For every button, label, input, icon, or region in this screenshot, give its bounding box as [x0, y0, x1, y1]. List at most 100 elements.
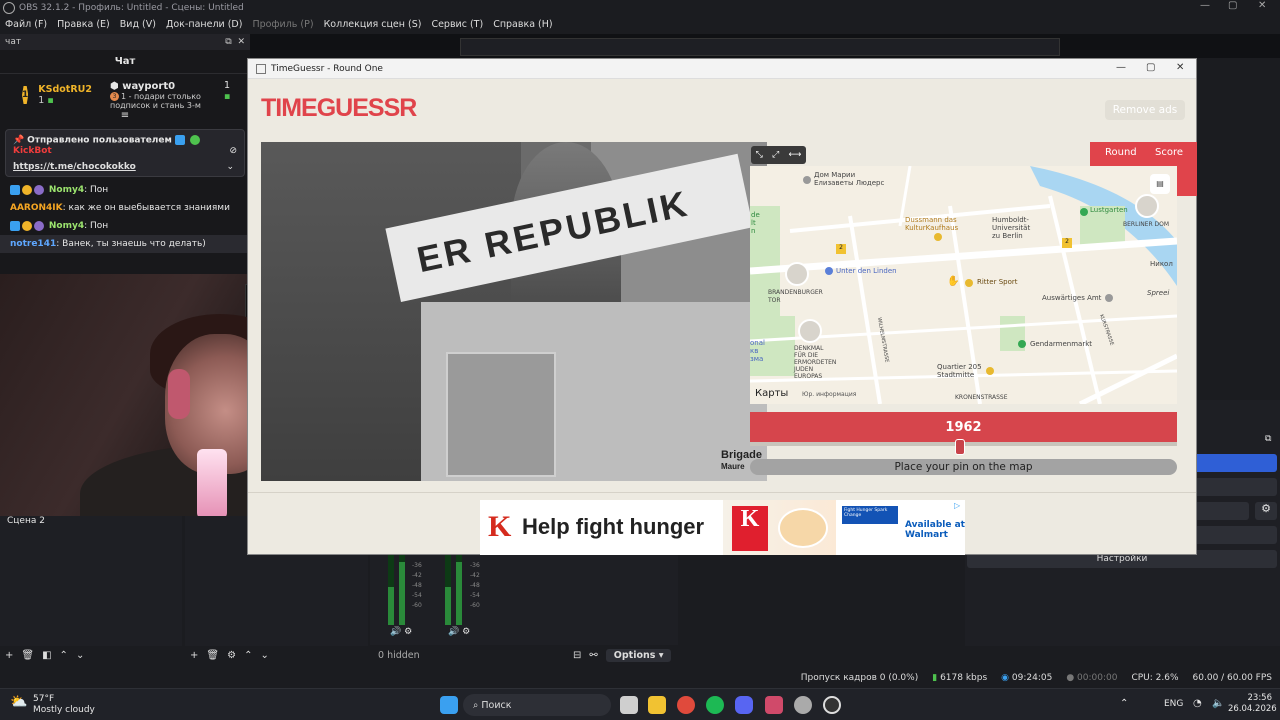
spotify-icon[interactable]: [706, 696, 724, 714]
menu-view[interactable]: Вид (V): [120, 19, 156, 30]
trash-icon[interactable]: 🗑: [206, 650, 219, 661]
close-icon[interactable]: ✕: [1176, 62, 1184, 73]
avatar: [34, 184, 44, 195]
chat-username[interactable]: Nomy4: [49, 221, 84, 231]
tg-window-title: TimeGuessr - Round One: [271, 63, 383, 74]
weather-icon[interactable]: ⛅: [10, 694, 27, 710]
chat-username[interactable]: AARON4IK: [10, 203, 63, 213]
ad-banner[interactable]: K Help fight hunger K Fight Hunger Spark…: [480, 500, 965, 555]
record-icon: ●: [1066, 673, 1075, 683]
volume-icon[interactable]: 🔊 ⚙: [390, 627, 412, 637]
chevron-down-icon[interactable]: ⌄: [76, 650, 84, 661]
tray-chevron-icon[interactable]: ⌃: [1120, 698, 1128, 709]
maximize-icon[interactable]: ▢: [1146, 62, 1155, 73]
expand-map-icon[interactable]: ⤡: [756, 150, 763, 160]
stream-time: 09:24:05: [1011, 673, 1053, 683]
scenes-toolbar: + 🗑 ◧ ⌃ ⌄: [5, 646, 84, 664]
layout-icon[interactable]: ⊟: [573, 650, 581, 661]
tg-titlebar: TimeGuessr - Round One — ▢ ✕: [248, 59, 1196, 79]
menu-docks[interactable]: Док-панели (D): [166, 19, 242, 30]
menu-help[interactable]: Справка (H): [493, 19, 552, 30]
menu-profile[interactable]: Профиль (P): [252, 19, 313, 30]
chat-username[interactable]: notre141: [10, 239, 56, 249]
meter-tick: -54: [470, 592, 480, 599]
menu-edit[interactable]: Правка (E): [57, 19, 110, 30]
filter-icon[interactable]: ◧: [42, 650, 51, 661]
place-pin-button[interactable]: Place your pin on the map: [750, 459, 1177, 475]
map-label: Humboldt- Universität zu Berlin: [992, 216, 1031, 240]
app-icon[interactable]: [794, 696, 812, 714]
gift-icon: ▪: [223, 91, 231, 102]
pinned-message: 📌 Отправлено пользователем KickBot ⊘ htt…: [5, 129, 245, 177]
menu-file[interactable]: Файл (F): [5, 19, 47, 30]
menu-tools[interactable]: Сервис (T): [431, 19, 483, 30]
poi-marker: [1018, 340, 1026, 348]
discord-icon[interactable]: [735, 696, 753, 714]
timeguessr-logo[interactable]: TIMEGUESSR: [261, 88, 417, 128]
dock-close-icon[interactable]: ✕: [237, 37, 245, 47]
map-layers-icon[interactable]: ▤: [1150, 174, 1170, 194]
chat-dock-label: чат: [5, 37, 22, 47]
chevron-down-icon[interactable]: ⌄: [226, 162, 234, 172]
gear-icon[interactable]: ⚙: [1255, 502, 1277, 520]
map-label: Дом Марии Елизаветы Людерс: [814, 171, 885, 187]
adchoices-icon[interactable]: ▷: [954, 501, 960, 510]
link-icon[interactable]: ⚯: [589, 650, 597, 661]
legal-link[interactable]: Юр. информация: [802, 391, 856, 399]
browser-icon[interactable]: [765, 696, 783, 714]
volume-icon[interactable]: 🔊 ⚙: [448, 627, 470, 637]
road: [750, 237, 1177, 275]
task-view-icon[interactable]: [620, 696, 638, 714]
remove-ads-button[interactable]: Remove ads: [1105, 100, 1185, 120]
sub-icon: [10, 220, 20, 231]
landmark-thumb: [1135, 194, 1159, 218]
close-icon[interactable]: ✕: [1258, 0, 1266, 11]
scene-item[interactable]: Сцена 2: [7, 516, 175, 526]
add-icon[interactable]: +: [190, 650, 198, 661]
chat-username[interactable]: Nomy4: [49, 185, 84, 195]
clock-time: 23:56: [1247, 693, 1273, 703]
file-explorer-icon[interactable]: [648, 696, 666, 714]
ad-cta[interactable]: Available at Walmart: [905, 520, 965, 540]
maximize-icon[interactable]: ▢: [1228, 0, 1237, 11]
obs-icon[interactable]: [823, 696, 841, 714]
sub-icon: [10, 184, 20, 195]
volume-icon[interactable]: 🔈: [1212, 698, 1224, 709]
app-icon: [256, 63, 266, 74]
reset-map-icon[interactable]: ⟷: [788, 150, 801, 160]
ad-badge: Fight Hunger Spark Change: [842, 506, 898, 524]
expand-icon[interactable]: ≡: [0, 110, 250, 121]
minimize-icon[interactable]: —: [1200, 0, 1210, 11]
shrink-map-icon[interactable]: ⤢: [772, 150, 779, 160]
clock[interactable]: 23:56 26.04.2026: [1228, 693, 1277, 715]
language-indicator[interactable]: ENG: [1164, 699, 1183, 709]
undock-icon[interactable]: ⧉: [1265, 434, 1271, 444]
settings-label: Настройки: [1096, 554, 1148, 564]
guess-map[interactable]: Дом Марии Елизаветы Людерс Dussmann das …: [750, 166, 1177, 404]
up-icon[interactable]: ⌃: [244, 650, 252, 661]
add-icon[interactable]: +: [5, 650, 13, 661]
map-label: BRANDENBURGER TOR: [768, 289, 823, 304]
weather-widget[interactable]: 57°F Mostly cloudy: [33, 694, 95, 716]
hide-icon[interactable]: ⊘: [229, 146, 237, 156]
clock-date: 26.04.2026: [1228, 704, 1277, 714]
weather-desc: Mostly cloudy: [33, 705, 95, 715]
pinned-link[interactable]: https://t.me/chocokokko: [13, 162, 237, 172]
gear-icon[interactable]: ⚙: [227, 650, 236, 661]
network-icon[interactable]: ◔: [1193, 698, 1202, 709]
minimize-icon[interactable]: —: [1116, 62, 1126, 73]
meter-tick: -42: [470, 572, 480, 579]
start-icon[interactable]: [440, 696, 458, 714]
options-button[interactable]: Options ▾: [605, 648, 672, 662]
headphone-left: [168, 369, 190, 419]
trash-icon[interactable]: 🗑: [21, 650, 34, 661]
up-icon[interactable]: ⌃: [60, 650, 68, 661]
year-slider-thumb[interactable]: [955, 439, 965, 455]
menu-scene-collection[interactable]: Коллекция сцен (S): [324, 19, 422, 30]
undock-icon[interactable]: ⧉: [225, 37, 231, 47]
taskbar-search[interactable]: ⌕ Поиск: [463, 694, 611, 716]
chrome-icon[interactable]: [677, 696, 695, 714]
chevron-down-icon[interactable]: ⌄: [260, 650, 268, 661]
round-photo[interactable]: ER REPUBLIK Brigade Maure: [261, 142, 767, 481]
meter-tick: -60: [412, 602, 422, 609]
